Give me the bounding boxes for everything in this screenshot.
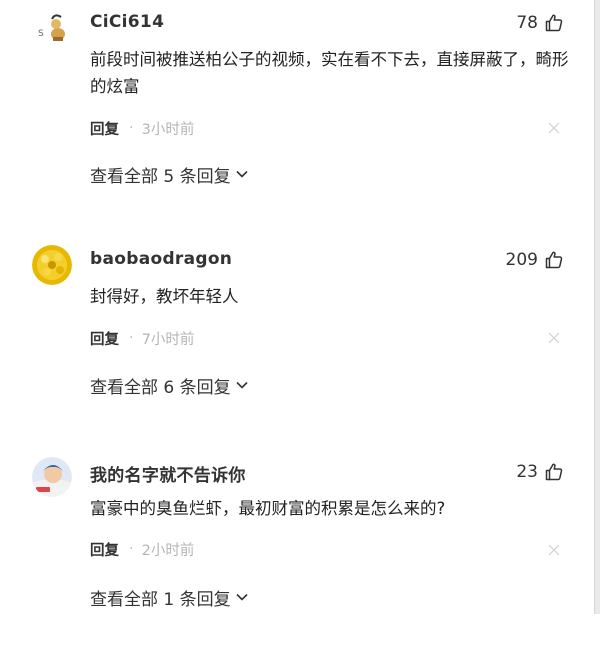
comment-item: 我的名字就不告诉你 23 富豪中的臭鱼烂虾，最初财富的积累是怎么来的? 回复 ·… bbox=[0, 455, 594, 655]
timestamp: 3小时前 bbox=[141, 121, 195, 138]
yellow-flower-icon bbox=[32, 245, 72, 285]
comment-text: 前段时间被推送柏公子的视频，实在看不下去，直接屏蔽了，畸形的炫富 bbox=[90, 50, 569, 96]
view-all-replies-label: 查看全部 5 条回复 bbox=[90, 166, 231, 187]
view-all-replies-label: 查看全部 6 条回复 bbox=[90, 377, 231, 398]
username[interactable]: baobaodragon bbox=[90, 249, 232, 269]
person-photo-icon bbox=[32, 457, 72, 497]
reply-button[interactable]: 回复 bbox=[90, 328, 119, 349]
scrollbar-track[interactable] bbox=[594, 0, 600, 614]
comment-text: 封得好，教坏年轻人 bbox=[90, 287, 239, 306]
comment-item: baobaodragon 209 封得好，教坏年轻人 回复 · 7小时前 查看全… bbox=[0, 243, 594, 443]
like-button[interactable]: 78 bbox=[516, 10, 564, 36]
like-count: 23 bbox=[516, 462, 538, 482]
view-all-replies[interactable]: 查看全部 1 条回复 bbox=[90, 585, 249, 610]
comment-item: S CiCi614 78 前段时间被推送柏公子的视频，实在看不下去，直接屏蔽了，… bbox=[0, 6, 594, 206]
avatar[interactable]: S bbox=[36, 10, 70, 44]
close-icon[interactable] bbox=[548, 332, 560, 344]
comment-meta: 回复 · 7小时前 bbox=[90, 328, 194, 348]
close-icon[interactable] bbox=[548, 122, 560, 134]
view-all-replies-label: 查看全部 1 条回复 bbox=[90, 589, 231, 610]
comment-meta: 回复 · 3小时前 bbox=[90, 118, 194, 138]
avatar[interactable] bbox=[32, 457, 72, 497]
thumbs-up-icon bbox=[545, 14, 563, 32]
separator-dot: · bbox=[129, 541, 134, 557]
comment-meta: 回复 · 2小时前 bbox=[90, 539, 194, 559]
cartoon-figure-icon: S bbox=[38, 14, 65, 41]
timestamp: 2小时前 bbox=[141, 542, 195, 559]
like-button[interactable]: 209 bbox=[506, 247, 564, 273]
timestamp: 7小时前 bbox=[141, 331, 195, 348]
thumbs-up-icon bbox=[545, 463, 563, 481]
avatar[interactable] bbox=[32, 245, 72, 285]
view-all-replies[interactable]: 查看全部 5 条回复 bbox=[90, 162, 249, 187]
comment-text: 富豪中的臭鱼烂虾，最初财富的积累是怎么来的? bbox=[90, 499, 446, 518]
username[interactable]: 我的名字就不告诉你 bbox=[90, 461, 246, 486]
chevron-down-icon bbox=[236, 381, 248, 389]
reply-button[interactable]: 回复 bbox=[90, 539, 119, 560]
like-count: 209 bbox=[505, 250, 538, 270]
like-count: 78 bbox=[516, 13, 538, 33]
reply-button[interactable]: 回复 bbox=[90, 118, 119, 139]
username[interactable]: CiCi614 bbox=[90, 12, 164, 32]
separator-dot: · bbox=[129, 120, 134, 136]
view-all-replies[interactable]: 查看全部 6 条回复 bbox=[90, 373, 249, 398]
like-button[interactable]: 23 bbox=[516, 459, 564, 485]
chevron-down-icon bbox=[236, 170, 248, 178]
thumbs-up-icon bbox=[545, 251, 563, 269]
svg-text:S: S bbox=[38, 29, 44, 39]
close-icon[interactable] bbox=[548, 544, 560, 556]
chevron-down-icon bbox=[236, 593, 248, 601]
separator-dot: · bbox=[129, 330, 134, 346]
